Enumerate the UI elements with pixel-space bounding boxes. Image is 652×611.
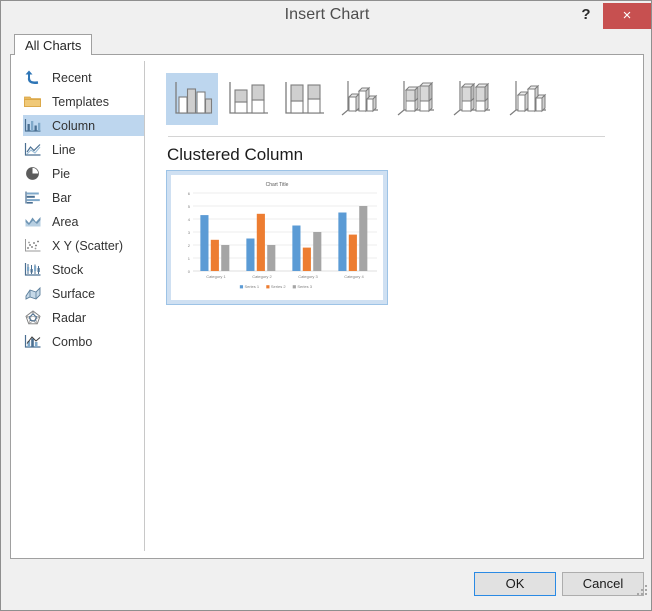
sidebar-item-surface[interactable]: Surface	[23, 283, 144, 304]
svg-text:Series 2: Series 2	[271, 284, 286, 289]
sidebar-item-label: Pie	[52, 166, 71, 181]
svg-text:3: 3	[188, 230, 191, 235]
tab-strip: All Charts	[10, 34, 644, 56]
svg-text:1: 1	[188, 256, 191, 261]
column-chart-icon	[23, 117, 43, 135]
thumb-3d-stacked-column[interactable]	[390, 73, 442, 125]
svg-text:Category 3: Category 3	[298, 274, 318, 279]
title-bar: Insert Chart ? ×	[1, 1, 651, 32]
ok-button[interactable]: OK	[474, 572, 556, 596]
sidebar-item-label: Radar	[52, 310, 87, 325]
stock-chart-icon	[23, 261, 43, 279]
svg-text:Chart Title: Chart Title	[266, 182, 289, 188]
surface-chart-icon	[23, 285, 43, 303]
sidebar-item-label: Surface	[52, 286, 96, 301]
svg-text:Series 3: Series 3	[297, 284, 312, 289]
sidebar-item-combo[interactable]: Combo	[23, 331, 144, 352]
svg-text:6: 6	[188, 191, 191, 196]
sidebar-item-label: X Y (Scatter)	[52, 238, 124, 253]
svg-text:Series 1: Series 1	[244, 284, 259, 289]
preview-heading: Clustered Column	[167, 145, 304, 164]
radar-chart-icon	[23, 309, 43, 327]
pie-chart-icon	[23, 165, 43, 183]
sidebar-item-templates[interactable]: Templates	[23, 91, 144, 112]
svg-text:Category 2: Category 2	[252, 274, 272, 279]
svg-text:5: 5	[188, 204, 191, 209]
svg-text:0: 0	[188, 269, 191, 274]
sidebar-item-xy-scatter[interactable]: X Y (Scatter)	[23, 235, 144, 256]
svg-text:Category 1: Category 1	[206, 274, 226, 279]
sidebar-item-line[interactable]: Line	[23, 139, 144, 160]
sidebar-item-recent[interactable]: Recent	[23, 67, 144, 88]
thumb-3d-100-percent-stacked-column[interactable]	[446, 73, 498, 125]
folder-icon	[23, 93, 43, 111]
close-icon[interactable]: ×	[603, 3, 651, 29]
gallery-separator	[168, 136, 605, 137]
sidebar-item-label: Stock	[52, 262, 84, 277]
sidebar-item-label: Column	[52, 118, 96, 133]
thumb-100-percent-stacked-column[interactable]	[278, 73, 330, 125]
sidebar-item-label: Templates	[52, 94, 109, 109]
chart-preview-thumbnail[interactable]: Chart Title 0 1 2 3 4 5 6 Category 1 Category 2 Ca…	[166, 170, 388, 305]
area-chart-icon	[23, 213, 43, 231]
recent-undo-icon	[23, 69, 43, 87]
chart-preview-canvas: Chart Title 0 1 2 3 4 5 6 Category 1 Category 2 Ca…	[171, 175, 383, 300]
thumb-3d-column[interactable]	[502, 73, 554, 125]
sidebar-item-area[interactable]: Area	[23, 211, 144, 232]
sidebar-item-radar[interactable]: Radar	[23, 307, 144, 328]
cancel-button[interactable]: Cancel	[562, 572, 644, 596]
sidebar-item-label: Recent	[52, 70, 92, 85]
sidebar-divider	[144, 61, 145, 551]
page-title: Insert Chart	[284, 6, 370, 23]
resize-grip[interactable]	[637, 585, 648, 596]
thumb-stacked-column[interactable]	[222, 73, 274, 125]
tab-all-charts[interactable]: All Charts	[14, 34, 93, 55]
sidebar-item-label: Line	[52, 142, 76, 157]
chart-type-sidebar: Recent Templates Column Line Pie Bar Are…	[11, 55, 145, 558]
svg-text:4: 4	[188, 217, 191, 222]
clustered-column-chart: Chart Title 0 1 2 3 4 5 6 Category 1 Category 2 Ca…	[188, 182, 377, 289]
bar-chart-icon	[23, 189, 43, 207]
svg-text:2: 2	[188, 243, 191, 248]
combo-chart-icon	[23, 333, 43, 351]
sidebar-item-bar[interactable]: Bar	[23, 187, 144, 208]
svg-text:Category 4: Category 4	[344, 274, 364, 279]
insert-chart-dialog: Insert Chart ? × All Charts Recent Templ…	[0, 0, 652, 611]
sidebar-item-stock[interactable]: Stock	[23, 259, 144, 280]
help-button[interactable]: ?	[575, 4, 597, 26]
scatter-chart-icon	[23, 237, 43, 255]
sidebar-item-label: Area	[52, 214, 79, 229]
thumb-clustered-column[interactable]	[166, 73, 218, 125]
thumb-3d-clustered-column[interactable]	[334, 73, 386, 125]
sidebar-item-pie[interactable]: Pie	[23, 163, 144, 184]
sidebar-item-label: Bar	[52, 190, 72, 205]
sidebar-item-column[interactable]: Column	[23, 115, 144, 136]
line-chart-icon	[23, 141, 43, 159]
sidebar-item-label: Combo	[52, 334, 93, 349]
content-panel: Recent Templates Column Line Pie Bar Are…	[10, 55, 644, 559]
